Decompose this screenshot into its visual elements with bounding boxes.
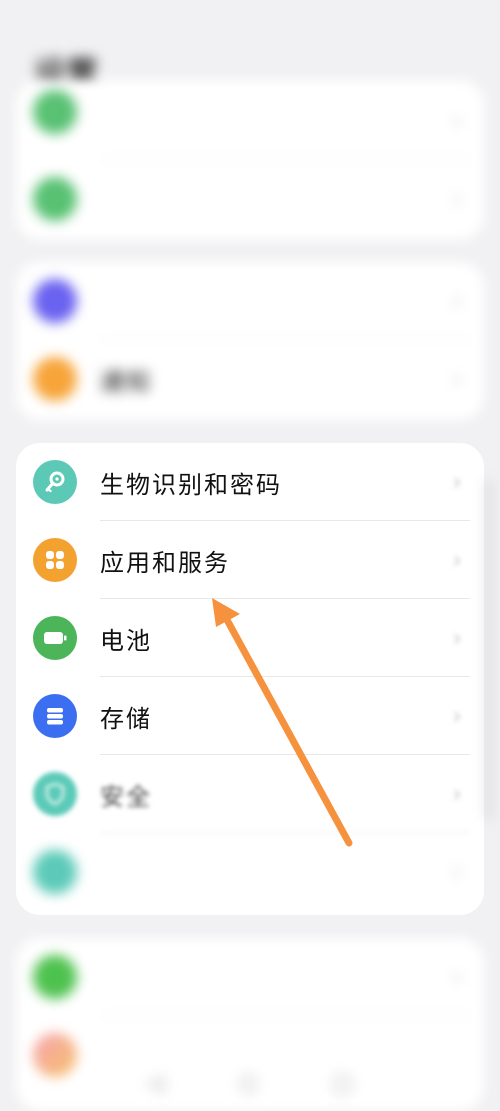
settings-item-label: 存储 bbox=[100, 704, 152, 733]
chevron-right-icon: › bbox=[452, 963, 462, 991]
key-icon bbox=[33, 460, 77, 504]
settings-item-label: 生物识别和密码 bbox=[100, 470, 282, 499]
settings-item-apps-services[interactable]: 应用和服务 › bbox=[16, 521, 484, 599]
recents-icon[interactable]: ▢ bbox=[332, 1071, 353, 1096]
settings-item-privacy[interactable]: › bbox=[16, 833, 484, 911]
status-bar bbox=[0, 0, 500, 40]
settings-item-4a[interactable]: › bbox=[16, 938, 484, 1016]
scrollbar[interactable] bbox=[486, 480, 492, 820]
sound-icon bbox=[33, 279, 77, 323]
chevron-right-icon: › bbox=[452, 107, 462, 135]
display-icon bbox=[33, 177, 77, 221]
battery-icon bbox=[33, 616, 77, 660]
navigation-bar: ◁ ○ ▢ bbox=[0, 1055, 500, 1111]
settings-item-sound[interactable]: › bbox=[16, 262, 484, 340]
shield-icon bbox=[33, 772, 77, 816]
settings-group-1: › › bbox=[16, 80, 484, 240]
home-icon[interactable]: ○ bbox=[238, 1071, 257, 1096]
settings-item-label: 应用和服务 bbox=[100, 548, 230, 577]
green-circle-icon bbox=[33, 90, 77, 134]
notification-icon bbox=[33, 357, 77, 401]
chevron-right-icon: › bbox=[452, 365, 462, 393]
settings-item-biometrics-password[interactable]: 生物识别和密码 › bbox=[16, 443, 484, 521]
chevron-right-icon: › bbox=[452, 546, 462, 574]
settings-item-storage[interactable]: 存储 › bbox=[16, 677, 484, 755]
settings-item-notifications[interactable]: 通知 › bbox=[16, 340, 484, 418]
chevron-right-icon: › bbox=[452, 624, 462, 652]
settings-item-battery[interactable]: 电池 › bbox=[16, 599, 484, 677]
settings-item-display[interactable]: › bbox=[16, 160, 484, 238]
chevron-right-icon: › bbox=[452, 858, 462, 886]
green-circle-icon bbox=[33, 955, 77, 999]
chevron-right-icon: › bbox=[452, 780, 462, 808]
settings-item-security[interactable]: 安全 › bbox=[16, 755, 484, 833]
back-icon[interactable]: ◁ bbox=[147, 1071, 164, 1096]
settings-item-label: 通知 bbox=[100, 367, 152, 396]
settings-group-3: 生物识别和密码 › 应用和服务 › 电池 › 存储 › 安全 › › bbox=[16, 443, 484, 915]
apps-icon bbox=[33, 538, 77, 582]
chevron-right-icon: › bbox=[452, 287, 462, 315]
settings-item-label: 电池 bbox=[100, 626, 152, 655]
privacy-icon bbox=[33, 850, 77, 894]
settings-item-1[interactable]: › bbox=[16, 82, 484, 160]
storage-icon bbox=[33, 694, 77, 738]
settings-item-label: 安全 bbox=[100, 782, 152, 811]
chevron-right-icon: › bbox=[452, 702, 462, 730]
chevron-right-icon: › bbox=[452, 468, 462, 496]
chevron-right-icon: › bbox=[452, 185, 462, 213]
settings-group-2: › 通知 › bbox=[16, 262, 484, 420]
